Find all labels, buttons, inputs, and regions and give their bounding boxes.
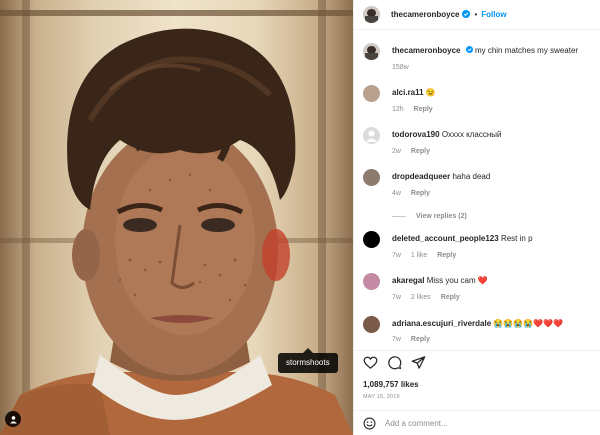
follow-button[interactable]: Follow xyxy=(481,10,506,19)
comment-username[interactable]: todorova190 xyxy=(392,130,440,139)
instagram-post: stormshoots thecameronboyce • Follow the… xyxy=(0,0,600,435)
comment-meta: 4w Reply xyxy=(392,190,438,197)
comment-age: 7w xyxy=(392,252,401,259)
user-tags-button[interactable] xyxy=(5,411,21,427)
post-side-panel: thecameronboyce • Follow thecameronboyce… xyxy=(353,0,600,435)
share-icon[interactable] xyxy=(411,355,426,370)
author-avatar-image xyxy=(363,6,380,23)
post-header: thecameronboyce • Follow xyxy=(354,0,600,30)
view-replies-line xyxy=(392,216,406,217)
comment-avatar[interactable] xyxy=(363,316,380,333)
comment-body: todorova190 Охххх классный xyxy=(392,129,592,140)
comment-body: deleted_account_people123 Rest in p xyxy=(392,233,592,244)
comment-body: alci.ra11 😉 xyxy=(392,87,592,98)
action-icons-row xyxy=(363,355,426,370)
comment-avatar[interactable] xyxy=(363,127,380,144)
heart-icon[interactable] xyxy=(363,355,378,370)
author-username[interactable]: thecameronboyce xyxy=(391,10,459,19)
verified-badge-icon xyxy=(462,9,471,20)
comments-list[interactable]: thecameronboyce my chin matches my sweat… xyxy=(354,30,600,350)
comment-avatar[interactable] xyxy=(363,273,380,290)
comment-age: 4w xyxy=(392,190,401,197)
caption-username[interactable]: thecameronboyce xyxy=(392,46,460,55)
comment-text: Miss you cam ❤️ xyxy=(426,276,488,285)
comment-username[interactable]: deleted_account_people123 xyxy=(392,234,499,243)
user-icon xyxy=(9,415,17,424)
comment-meta: 7w 1 like Reply xyxy=(392,252,464,259)
comment-age: 7w xyxy=(392,336,401,343)
comment-text: 😭😭😭😭❤️❤️❤️ xyxy=(493,319,564,328)
reply-button[interactable]: Reply xyxy=(411,336,430,343)
comment-text: haha dead xyxy=(452,172,491,181)
comment-likes[interactable]: 1 like xyxy=(411,252,427,259)
comment-age: 12h xyxy=(392,106,404,113)
comment-text: Rest in p xyxy=(500,234,533,243)
post-date: MAY 15, 2019 xyxy=(363,394,400,400)
comment-username[interactable]: alci.ra11 xyxy=(392,88,424,97)
comment-username[interactable]: akaregal xyxy=(392,276,424,285)
view-replies-button[interactable]: View replies (2) xyxy=(392,213,467,220)
add-comment-bar xyxy=(354,410,600,435)
comment-meta: 2w Reply xyxy=(392,148,438,155)
comment-input[interactable] xyxy=(385,418,565,428)
caption-age: 158w xyxy=(392,64,409,71)
reply-button[interactable]: Reply xyxy=(441,294,460,301)
reply-button[interactable]: Reply xyxy=(411,190,430,197)
comment-body: dropdeadqueer haha dead xyxy=(392,171,592,182)
user-tag-pill[interactable]: stormshoots xyxy=(278,348,338,373)
emoji-icon[interactable] xyxy=(363,417,376,430)
comment-age: 7w xyxy=(392,294,401,301)
comment-avatar[interactable] xyxy=(363,169,380,186)
comment-meta: 12h Reply xyxy=(392,106,441,113)
view-replies-label: View replies (2) xyxy=(416,213,467,220)
caption-body: thecameronboyce my chin matches my sweat… xyxy=(392,45,592,56)
comment-age: 2w xyxy=(392,148,401,155)
default-avatar-icon xyxy=(366,130,377,142)
caption-text: my chin matches my sweater xyxy=(474,46,579,55)
verified-badge-icon xyxy=(465,45,473,56)
comment-avatar[interactable] xyxy=(363,231,380,248)
reply-button[interactable]: Reply xyxy=(411,148,430,155)
comment-avatar[interactable] xyxy=(363,85,380,102)
comment-body: akaregal Miss you cam ❤️ xyxy=(392,275,592,286)
comment-icon[interactable] xyxy=(387,355,402,370)
comment-username[interactable]: adriana.escujuri_riverdale xyxy=(392,319,491,328)
post-actions: 1,089,757 likes MAY 15, 2019 xyxy=(354,350,600,410)
post-photo[interactable]: stormshoots xyxy=(0,0,353,435)
reply-button[interactable]: Reply xyxy=(414,106,433,113)
comment-likes[interactable]: 2 likes xyxy=(411,294,431,301)
comment-text: 😉 xyxy=(425,88,436,97)
comment-body: adriana.escujuri_riverdale 😭😭😭😭❤️❤️❤️ xyxy=(392,318,592,329)
author-avatar[interactable] xyxy=(363,6,380,23)
comment-meta: 7w 2 likes Reply xyxy=(392,294,468,301)
caption-avatar[interactable] xyxy=(363,43,380,60)
comment-username[interactable]: dropdeadqueer xyxy=(392,172,450,181)
comment-text: Охххх классный xyxy=(441,130,502,139)
header-separator: • xyxy=(474,10,478,19)
comment-meta: 7w Reply xyxy=(392,336,438,343)
caption-meta: 158w xyxy=(392,64,417,71)
likes-count[interactable]: 1,089,757 likes xyxy=(363,380,419,389)
reply-button[interactable]: Reply xyxy=(437,252,456,259)
